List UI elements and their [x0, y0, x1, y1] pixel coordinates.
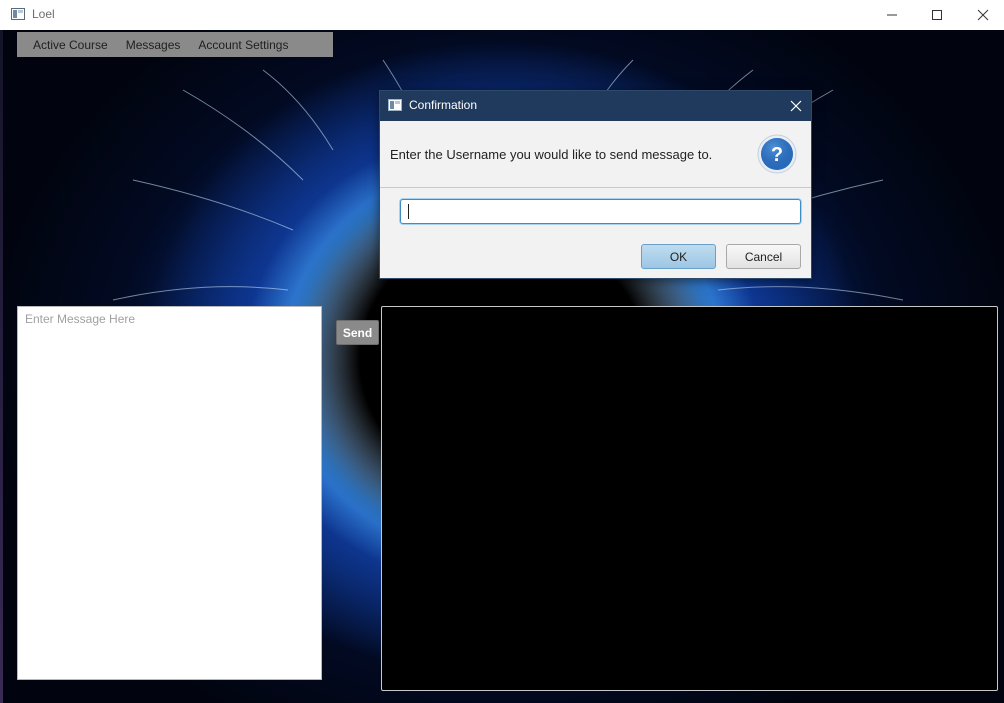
minimize-icon	[887, 14, 897, 16]
maximize-button[interactable]	[914, 0, 960, 30]
dialog-title: Confirmation	[409, 98, 478, 112]
window-titlebar: Loel	[0, 0, 1004, 30]
question-icon: ?	[757, 134, 797, 174]
close-icon	[790, 100, 801, 112]
username-input[interactable]	[400, 199, 801, 224]
send-button[interactable]: Send	[336, 320, 379, 345]
window-close-button[interactable]	[960, 0, 1004, 30]
message-input[interactable]	[17, 306, 322, 680]
text-caret	[408, 204, 409, 219]
menu-account-settings[interactable]: Account Settings	[189, 38, 297, 52]
menu-active-course[interactable]: Active Course	[24, 38, 117, 52]
confirmation-dialog: Confirmation Enter the Username you woul…	[379, 90, 812, 279]
dialog-header: Enter the Username you would like to sen…	[380, 121, 811, 188]
menu-messages[interactable]: Messages	[117, 38, 190, 52]
ok-button[interactable]: OK	[641, 244, 716, 269]
dialog-close-button[interactable]	[780, 91, 811, 121]
dialog-app-icon	[388, 99, 402, 111]
maximize-icon	[932, 10, 942, 20]
menu-bar: Active Course Messages Account Settings	[17, 32, 333, 57]
close-icon	[977, 9, 989, 21]
dialog-header-text: Enter the Username you would like to sen…	[390, 147, 713, 162]
application-window: Loel Active Course Messages Account Sett…	[0, 0, 1004, 703]
cancel-button[interactable]: Cancel	[726, 244, 801, 269]
dialog-titlebar: Confirmation	[380, 91, 811, 121]
app-icon	[11, 8, 25, 20]
svg-text:?: ?	[771, 144, 783, 166]
message-display-area[interactable]	[381, 306, 998, 691]
minimize-button[interactable]	[869, 0, 915, 30]
window-title: Loel	[32, 7, 55, 21]
